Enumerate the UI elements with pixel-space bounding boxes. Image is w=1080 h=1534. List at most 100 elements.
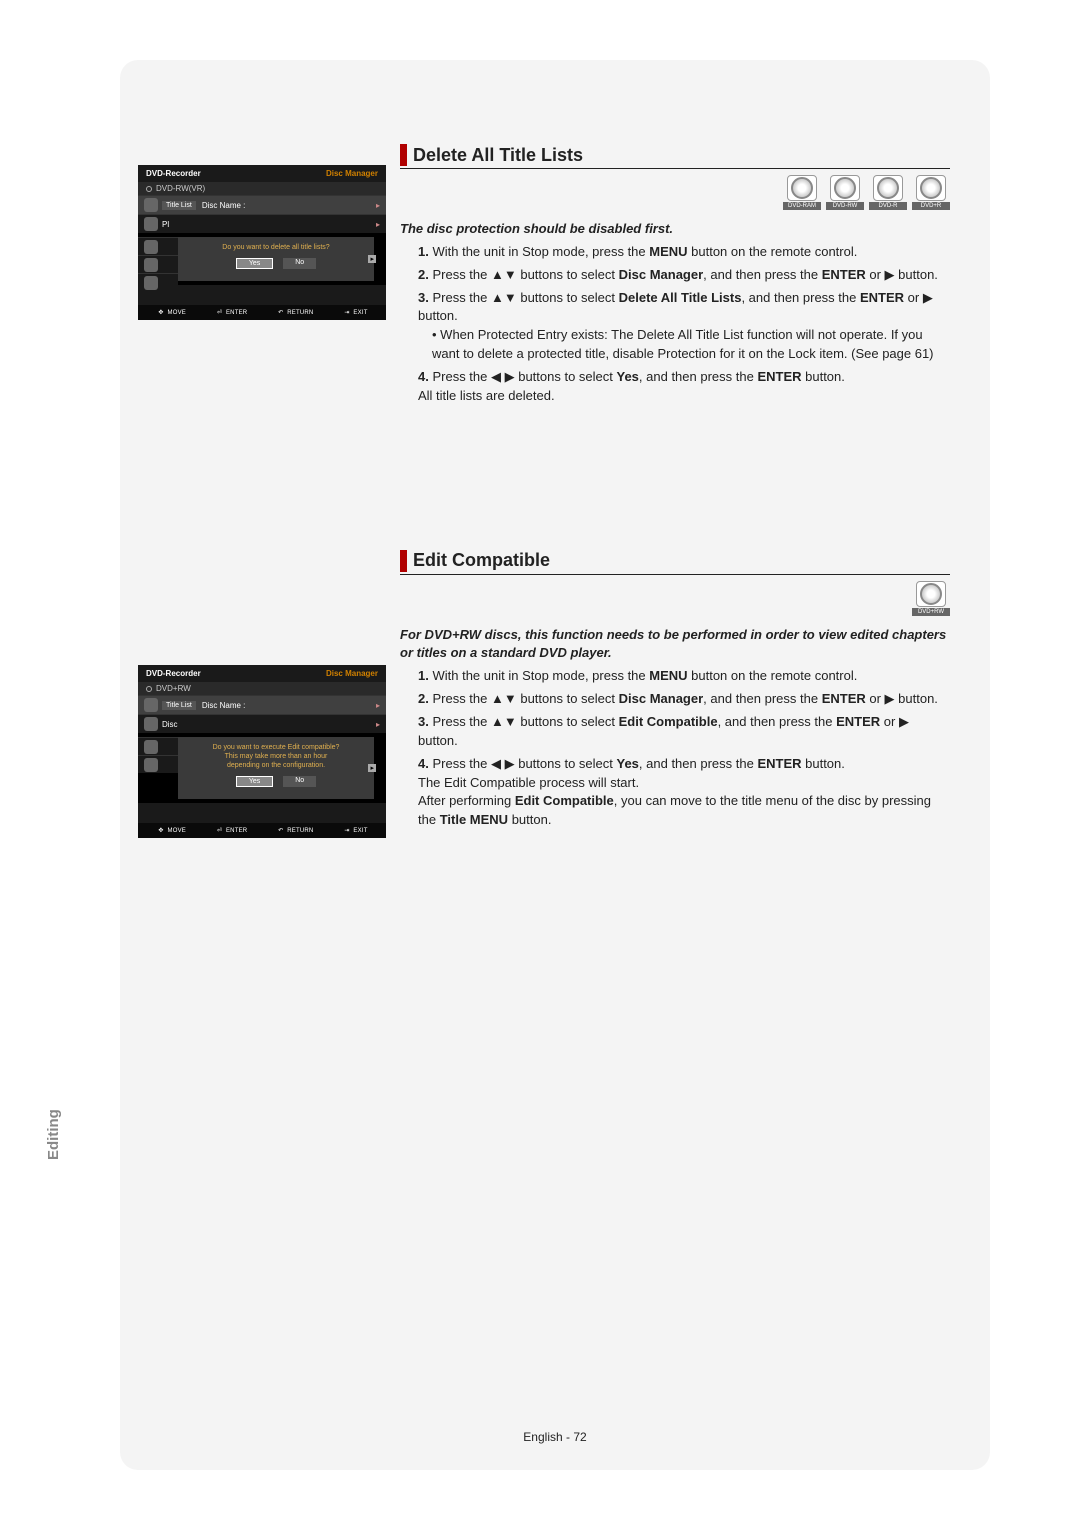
instruction-step: 3. Press the ▲▼ buttons to select Delete… [418, 289, 950, 364]
instruction-step: 1. With the unit in Stop mode, press the… [418, 667, 950, 686]
instruction-step: 3. Press the ▲▼ buttons to select Edit C… [418, 713, 950, 751]
instruction-tail: All title lists are deleted. [418, 387, 950, 406]
disc-label: DVD-R [869, 202, 907, 210]
list-icon [144, 198, 158, 212]
menu-icon [144, 758, 158, 772]
osd-row-label: Disc Name : [202, 201, 376, 210]
osd-disc-type: DVD-RW(VR) [138, 182, 386, 195]
osd-row-label: Disc Name : [202, 701, 376, 710]
osd-title: DVD-Recorder [146, 169, 201, 178]
osd-tab: Title List [162, 701, 196, 710]
hint-enter: ⏎ ENTER [215, 827, 247, 834]
osd-menu-items: Pl▸ [138, 214, 386, 233]
instruction-block: For DVD+RW discs, this function needs to… [400, 626, 950, 830]
hint-return: ↶ RETURN [276, 827, 313, 834]
instruction-step: 4. Press the ◀ ▶ buttons to select Yes, … [418, 368, 950, 406]
disc-label: DVD-RW [826, 202, 864, 210]
section-title: Delete All Title Lists [413, 145, 583, 166]
disc-icon [916, 175, 946, 201]
hint-exit: ⇥ EXIT [342, 309, 367, 316]
section-bar-icon [400, 550, 407, 572]
section-header-edit: Edit Compatible [400, 550, 950, 572]
footer-lang: English [523, 1430, 562, 1444]
disc-icon [830, 175, 860, 201]
footer-page: 72 [573, 1430, 586, 1444]
disc-icon [916, 581, 946, 607]
disc-badge: DVD+R [912, 175, 950, 210]
page-footer: English - 72 [523, 1430, 586, 1444]
section-title: Edit Compatible [413, 550, 550, 571]
osd-dialog-message: Do you want to delete all title lists? [186, 243, 366, 252]
section-header-delete: Delete All Title Lists [400, 144, 950, 166]
divider [400, 574, 950, 575]
osd-section: Disc Manager [326, 169, 378, 178]
instruction-tail: The Edit Compatible process will start. [418, 774, 950, 793]
osd-screenshot-delete: DVD-Recorder Disc Manager DVD-RW(VR) Tit… [138, 165, 386, 320]
divider [400, 168, 950, 169]
osd-header: DVD-Recorder Disc Manager [138, 165, 386, 182]
content-area: Delete All Title Lists DVD-RAM DVD-RW DV… [120, 60, 990, 1470]
osd-title: DVD-Recorder [146, 669, 201, 678]
menu-icon [144, 740, 158, 754]
osd-tab: Title List [162, 201, 196, 210]
disc-label: DVD+R [912, 202, 950, 210]
side-tab-editing: Editing [45, 1109, 62, 1160]
disc-label: DVD-RAM [783, 202, 821, 210]
instruction-step: 4. Press the ◀ ▶ buttons to select Yes, … [418, 755, 950, 830]
osd-screenshot-edit: DVD-Recorder Disc Manager DVD+RW Title L… [138, 665, 386, 838]
instruction-step: 2. Press the ▲▼ buttons to select Disc M… [418, 690, 950, 709]
hint-move: ✥ MOVE [156, 309, 186, 316]
osd-confirm-dialog: Do you want to execute Edit compatible? … [178, 737, 374, 799]
disc-icon [873, 175, 903, 201]
osd-no-button[interactable]: No [283, 258, 316, 269]
osd-disc-type: DVD+RW [138, 682, 386, 695]
section-bar-icon [400, 144, 407, 166]
osd-no-button[interactable]: No [283, 776, 316, 787]
osd-confirm-dialog: Do you want to delete all title lists? Y… [178, 237, 374, 281]
instruction-list: 1. With the unit in Stop mode, press the… [400, 667, 950, 830]
arrow-right-icon: ▸ [368, 764, 376, 772]
menu-icon [144, 217, 158, 231]
instruction-note: The disc protection should be disabled f… [400, 220, 950, 239]
hint-exit: ⇥ EXIT [342, 827, 367, 834]
arrow-right-icon: ▸ [376, 701, 380, 710]
hint-move: ✥ MOVE [156, 827, 186, 834]
instruction-tail2: After performing Edit Compatible, you ca… [418, 792, 950, 830]
instruction-note: For DVD+RW discs, this function needs to… [400, 626, 950, 664]
disc-icon [146, 686, 152, 692]
osd-row-titlelist: Title List Disc Name : ▸ [138, 695, 386, 714]
instruction-step: 2. Press the ▲▼ buttons to select Disc M… [418, 266, 950, 285]
osd-menu-items: Disc▸ [138, 714, 386, 733]
menu-icon [144, 240, 158, 254]
menu-icon [144, 717, 158, 731]
osd-dialog-message: Do you want to execute Edit compatible? … [186, 743, 366, 770]
disc-label: DVD+RW [912, 608, 950, 616]
arrow-right-icon: ▸ [368, 255, 376, 263]
instruction-substep: • When Protected Entry exists: The Delet… [418, 326, 950, 364]
osd-header: DVD-Recorder Disc Manager [138, 665, 386, 682]
disc-badge-row: DVD-RAM DVD-RW DVD-R DVD+R [400, 175, 950, 210]
instruction-step: 1. With the unit in Stop mode, press the… [418, 243, 950, 262]
disc-badge: DVD+RW [912, 581, 950, 616]
disc-badge: DVD-RAM [783, 175, 821, 210]
page-background: Delete All Title Lists DVD-RAM DVD-RW DV… [120, 60, 990, 1470]
instruction-list: 1. With the unit in Stop mode, press the… [400, 243, 950, 406]
instruction-block: The disc protection should be disabled f… [400, 220, 950, 406]
disc-badge: DVD-RW [826, 175, 864, 210]
menu-icon [144, 276, 158, 290]
hint-enter: ⏎ ENTER [215, 309, 247, 316]
disc-badge-row: DVD+RW [400, 581, 950, 616]
osd-footer-hints: ✥ MOVE ⏎ ENTER ↶ RETURN ⇥ EXIT [138, 823, 386, 838]
list-icon [144, 698, 158, 712]
disc-badge: DVD-R [869, 175, 907, 210]
disc-icon [787, 175, 817, 201]
menu-icon [144, 258, 158, 272]
arrow-right-icon: ▸ [376, 201, 380, 210]
disc-icon [146, 186, 152, 192]
osd-footer-hints: ✥ MOVE ⏎ ENTER ↶ RETURN ⇥ EXIT [138, 305, 386, 320]
osd-yes-button[interactable]: Yes [236, 776, 273, 787]
hint-return: ↶ RETURN [276, 309, 313, 316]
osd-section: Disc Manager [326, 669, 378, 678]
osd-row-titlelist: Title List Disc Name : ▸ [138, 195, 386, 214]
osd-yes-button[interactable]: Yes [236, 258, 273, 269]
